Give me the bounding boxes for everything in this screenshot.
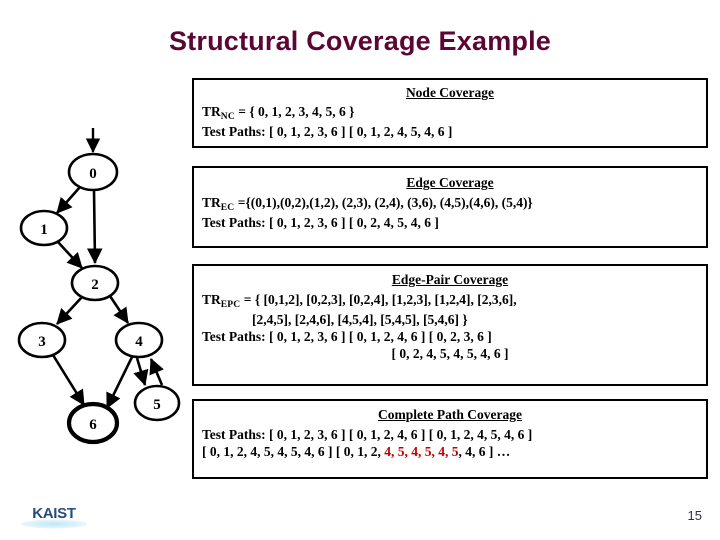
graph-node-label: 4 <box>135 334 143 350</box>
graph-node-0: 0 <box>67 152 119 192</box>
edge-2-3 <box>56 296 83 325</box>
tr-subscript: NC <box>220 112 235 122</box>
graph-node-label: 6 <box>89 417 97 433</box>
complete-path-coverage-test-paths: Test Paths: [ 0, 1, 2, 3, 6 ] [ 0, 1, 2,… <box>202 427 533 442</box>
node-coverage-tr: TRNC = { 0, 1, 2, 3, 4, 5, 6 } <box>202 103 698 123</box>
graph-node-3: 3 <box>17 321 67 359</box>
graph-node-label: 2 <box>91 277 99 293</box>
complete-path-coverage-box: Complete Path Coverage Test Paths: [ 0, … <box>192 399 708 479</box>
path-segment-end: , 4, 6 ] … <box>458 444 511 459</box>
kaist-logo: KAIST <box>14 500 94 530</box>
edge-coverage-tr: TREC ={(0,1),(0,2),(1,2), (2,3), (2,4), … <box>202 194 698 214</box>
tr-prefix: TR <box>202 195 221 210</box>
edge-1-2 <box>57 241 83 269</box>
edge-5-4 <box>149 358 164 386</box>
graph-node-2: 2 <box>70 264 120 302</box>
edge-pair-coverage-tr: TREPC = { [0,1,2], [0,2,3], [0,2,4], [1,… <box>202 291 698 311</box>
slide-canvas: Structural Coverage Example 0 1 2 3 4 5 … <box>0 0 720 540</box>
kaist-logo-text: KAIST <box>32 505 76 522</box>
complete-path-coverage-test-paths-line2: [ 0, 1, 2, 4, 5, 4, 5, 4, 6 ] [ 0, 1, 2,… <box>202 443 698 460</box>
tr-value: = { [0,1,2], [0,2,3], [0,2,4], [1,2,3], … <box>240 292 517 307</box>
edge-pair-coverage-title: Edge-Pair Coverage <box>391 272 509 287</box>
graph-node-4: 4 <box>114 321 164 359</box>
edge-pair-coverage-test-paths: Test Paths: [ 0, 1, 2, 3, 6 ] [ 0, 1, 2,… <box>202 329 492 344</box>
tr-subscript: EPC <box>220 300 241 310</box>
edge-4-6 <box>105 356 134 409</box>
tr-value: ={(0,1),(0,2),(1,2), (2,3), (2,4), (3,6)… <box>234 195 533 210</box>
graph-node-label: 3 <box>38 334 46 350</box>
tr-subscript: EC <box>220 203 235 213</box>
graph-node-label: 1 <box>40 222 48 238</box>
graph-svg: 0 1 2 3 4 5 6 <box>17 128 181 445</box>
path-segment-start: [ 0, 1, 2, 4, 5, 4, 5, 4, 6 ] [ 0, 1, 2, <box>202 444 385 459</box>
page-number: 15 <box>687 508 702 523</box>
edge-pair-coverage-test-paths-line2: [ 0, 2, 4, 5, 4, 5, 4, 6 ] <box>391 346 509 361</box>
graph-node-6: 6 <box>66 401 120 445</box>
node-coverage-title: Node Coverage <box>405 85 495 100</box>
edge-pair-coverage-box: Edge-Pair Coverage TREPC = { [0,1,2], [0… <box>192 264 708 386</box>
tr-value: = { 0, 1, 2, 3, 4, 5, 6 } <box>234 104 355 119</box>
edge-4-5 <box>133 357 149 386</box>
tr-prefix: TR <box>202 104 221 119</box>
control-flow-graph: 0 1 2 3 4 5 6 <box>0 120 190 460</box>
graph-node-5: 5 <box>133 384 181 422</box>
tr-prefix: TR <box>202 292 221 307</box>
graph-node-1: 1 <box>19 209 69 247</box>
node-coverage-box: Node Coverage TRNC = { 0, 1, 2, 3, 4, 5,… <box>192 78 708 148</box>
edge-coverage-box: Edge Coverage TREC ={(0,1),(0,2),(1,2), … <box>192 166 708 248</box>
node-coverage-test-paths: Test Paths: [ 0, 1, 2, 3, 6 ] [ 0, 1, 2,… <box>202 124 453 139</box>
graph-node-label: 0 <box>89 166 97 182</box>
path-segment-highlight: 4, 5, 4, 5, 4, 5 <box>384 444 459 459</box>
edge-2-4 <box>108 295 130 324</box>
edge-0-2 <box>87 189 103 265</box>
page-title: Structural Coverage Example <box>168 26 552 56</box>
kaist-logo-svg: KAIST <box>21 505 87 529</box>
edge-pair-coverage-tr-line2: [2,4,5], [2,4,6], [4,5,4], [5,4,5], [5,4… <box>252 312 468 327</box>
graph-node-label: 5 <box>153 397 161 413</box>
edge-3-6 <box>51 354 86 406</box>
complete-path-coverage-title: Complete Path Coverage <box>378 407 522 422</box>
edge-coverage-title: Edge Coverage <box>406 175 494 190</box>
edge-coverage-test-paths: Test Paths: [ 0, 1, 2, 3, 6 ] [ 0, 2, 4,… <box>202 215 439 230</box>
edge-0-1 <box>56 186 81 214</box>
